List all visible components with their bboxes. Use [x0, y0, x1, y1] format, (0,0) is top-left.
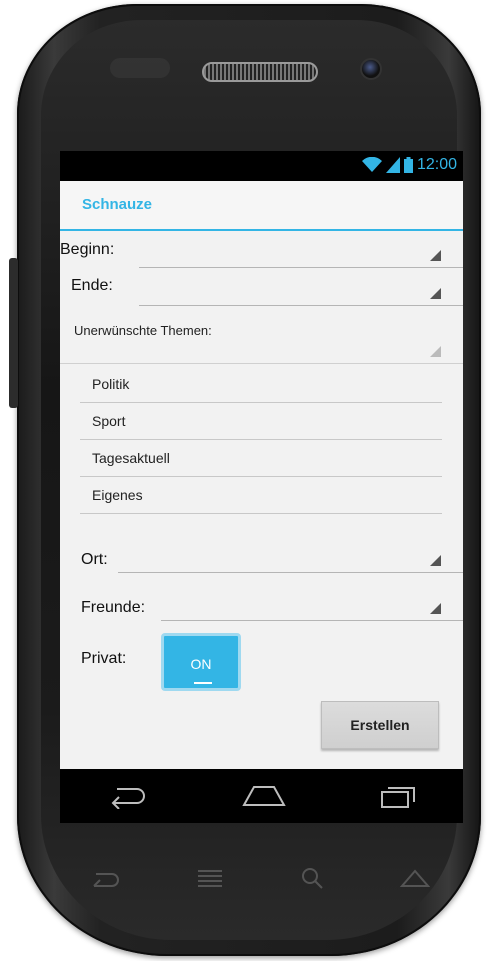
theme-item-politik[interactable]: Politik: [80, 366, 442, 403]
phone-glare: [110, 58, 170, 78]
beginn-label: Beginn:: [60, 241, 115, 258]
theme-item-label: Politik: [92, 376, 130, 392]
hw-back-icon: [93, 873, 119, 887]
freunde-spinner[interactable]: [161, 587, 463, 621]
theme-item-label: Sport: [92, 413, 126, 429]
freunde-row[interactable]: Freunde:: [60, 587, 463, 623]
ort-label: Ort:: [81, 551, 108, 568]
spinner-arrow-icon: [430, 603, 441, 614]
freunde-label: Freunde:: [81, 599, 146, 616]
signal-icon: [385, 157, 400, 173]
back-icon[interactable]: [107, 783, 149, 809]
themes-spinner[interactable]: Unerwünschte Themen:: [60, 313, 463, 364]
ende-label: Ende:: [71, 277, 113, 294]
ende-spinner[interactable]: [139, 269, 463, 306]
hw-search-icon: [302, 868, 323, 889]
action-bar: Schnauze: [60, 181, 463, 231]
theme-item-label: Eigenes: [92, 487, 143, 503]
erstellen-button[interactable]: Erstellen: [321, 701, 439, 749]
battery-icon: [403, 157, 413, 173]
ort-row[interactable]: Ort:: [60, 539, 463, 575]
spinner-arrow-icon: [430, 346, 441, 357]
beginn-row[interactable]: Beginn:: [60, 231, 463, 268]
ort-spinner[interactable]: [118, 539, 463, 573]
theme-item-label: Tagesaktuell: [92, 450, 170, 466]
home-icon[interactable]: [242, 785, 287, 807]
spinner-arrow-icon: [430, 250, 441, 261]
toggle-indicator: [194, 682, 212, 684]
wifi-icon: [361, 157, 382, 172]
status-time: 12:00: [416, 156, 457, 173]
privat-toggle[interactable]: ON: [161, 633, 241, 691]
app-title: Schnauze: [82, 196, 153, 213]
hw-home-icon: [400, 869, 430, 887]
theme-item-tagesaktuell[interactable]: Tagesaktuell: [80, 440, 442, 477]
front-camera: [360, 58, 382, 80]
volume-rocker: [9, 258, 18, 408]
privat-toggle-label: ON: [190, 656, 212, 672]
spinner-arrow-icon: [430, 288, 441, 299]
hardware-keys: [90, 858, 430, 898]
ende-row[interactable]: Ende:: [60, 269, 463, 306]
themes-label: Unerwünschte Themen:: [74, 323, 212, 338]
earpiece-speaker: [202, 62, 318, 82]
navigation-bar: [60, 769, 463, 823]
spinner-arrow-icon: [430, 555, 441, 566]
privat-label: Privat:: [81, 650, 127, 667]
device-screen: 12:00 Schnauze Beginn: Ende: Unerwünscht…: [60, 151, 463, 823]
beginn-spinner[interactable]: [139, 231, 463, 268]
theme-item-sport[interactable]: Sport: [80, 403, 442, 440]
hw-menu-icon: [198, 870, 222, 887]
recent-apps-icon[interactable]: [380, 784, 416, 808]
theme-item-eigenes[interactable]: Eigenes: [80, 477, 442, 514]
status-bar: 12:00: [60, 151, 463, 181]
